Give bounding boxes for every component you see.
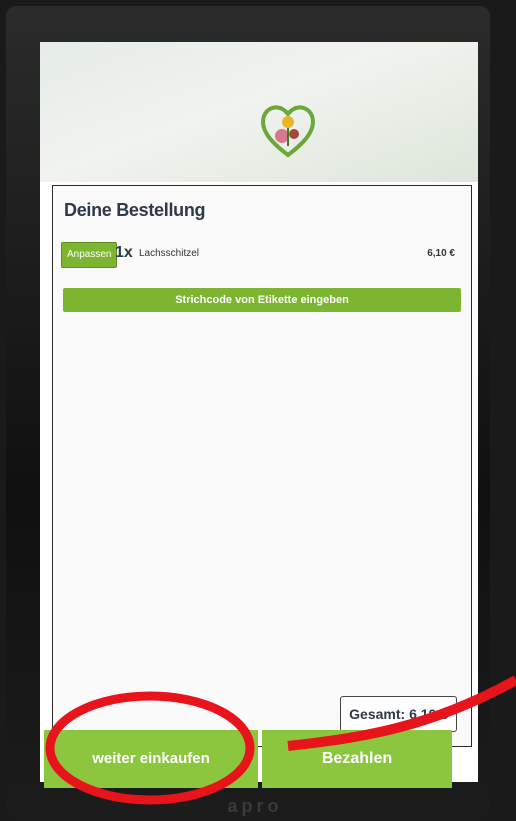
order-panel: Deine Bestellung Anpassen 1x Lachsschitz… [52, 185, 472, 747]
item-quantity: 1x [115, 244, 133, 261]
order-item-row: Anpassen 1x Lachsschitzel 6,10 € [61, 242, 463, 268]
order-title: Deine Bestellung [64, 200, 206, 220]
pay-button[interactable]: Bezahlen [262, 730, 452, 788]
kiosk-screen: Deine Bestellung Anpassen 1x Lachsschitz… [40, 42, 478, 782]
item-price: 6,10 € [427, 248, 455, 259]
device-brand: apro [227, 796, 283, 816]
order-total: Gesamt: 6,10 € [340, 696, 457, 732]
adjust-button[interactable]: Anpassen [61, 242, 118, 268]
header-area [40, 42, 478, 182]
continue-shopping-button[interactable]: weiter einkaufen [44, 730, 258, 788]
barcode-entry-button[interactable]: Strichcode von Etikette eingeben [63, 288, 461, 312]
item-name: Lachsschitzel [139, 248, 200, 259]
shop-logo-icon [261, 105, 315, 158]
